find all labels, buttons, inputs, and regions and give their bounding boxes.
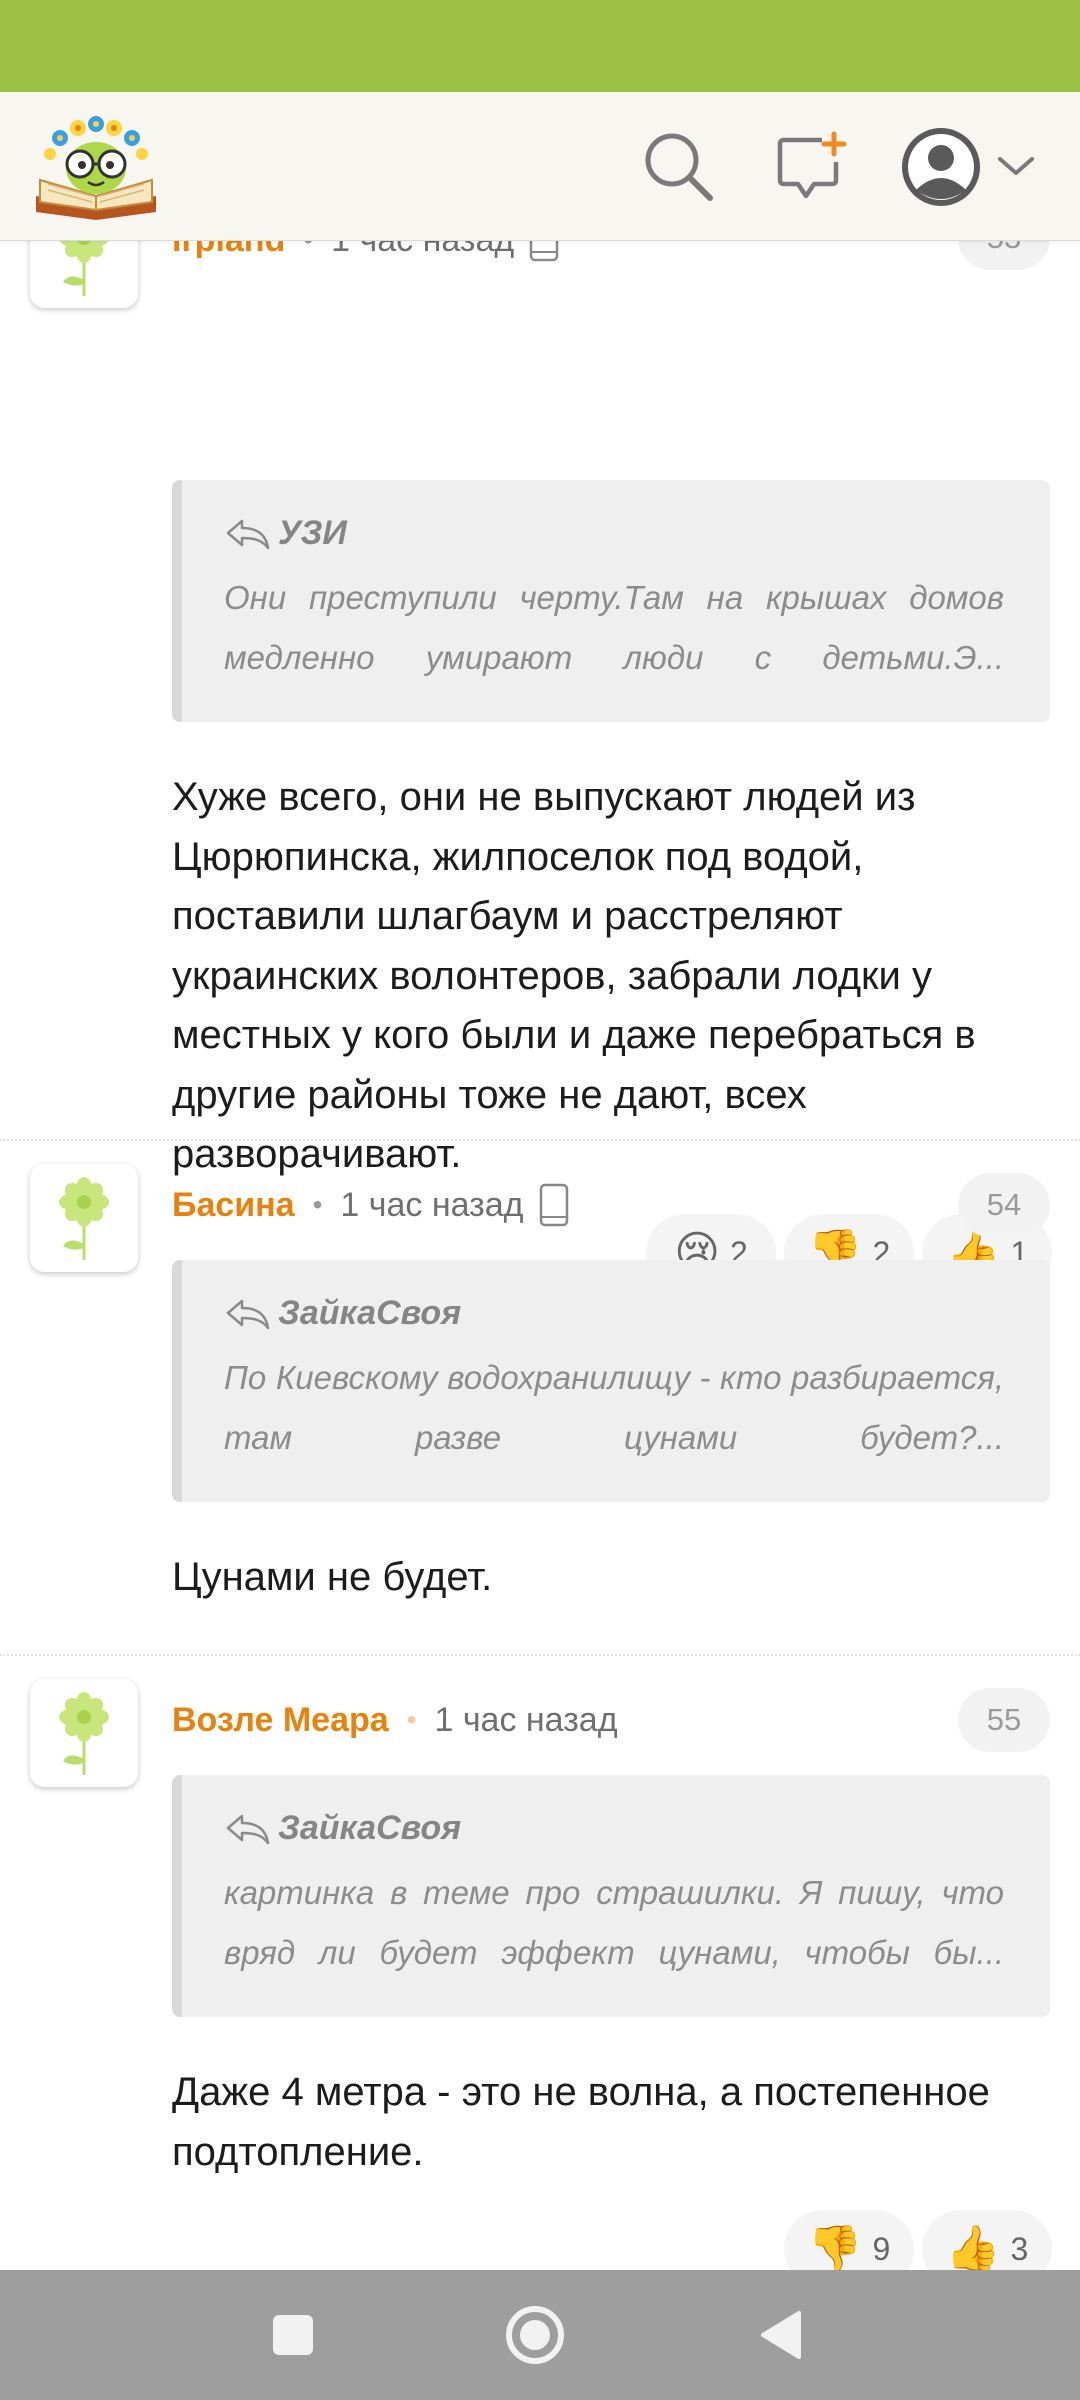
flower-icon [59,240,109,296]
comment-author[interactable]: Irpland [172,240,285,260]
mobile-phone-icon [538,1183,570,1227]
comment-53: Irpland • 1 час назад 53 УЗИ Они преступ… [0,240,1080,1292]
comment-number-badge[interactable]: 55 [958,1688,1050,1752]
quote-text: Они преступили черту.Там на крышах домов… [224,579,1004,676]
comment-55: Возле Меара • 1 час назад 55 ЗайкаСвоя к… [0,1655,1080,2270]
comment-author[interactable]: Басина [172,1186,295,1225]
comment-time: 1 час назад [434,1700,618,1739]
flower-icon [59,1692,109,1775]
separator-dot: • [303,240,313,256]
flower-icon [59,1177,109,1260]
app-header [0,92,1080,241]
quote-text: картинка в теме про страшилки. Я пишу, ч… [224,1874,1004,1971]
quote-author: ЗайкаСвоя [278,1294,462,1332]
status-bar [0,0,1080,92]
comment-text: Хуже всего, они не выпускают людей из Цю… [172,775,976,1176]
reply-arrow-icon [226,1299,270,1329]
search-icon [645,133,713,201]
separator-dot: • [312,1189,323,1220]
chevron-down-icon [998,157,1034,175]
home-circle-icon [506,2306,564,2364]
recents-square-icon [273,2315,313,2355]
thumbs-up-icon: 👍 [945,2224,1001,2271]
kids-reading-book-logo-icon[interactable] [32,108,160,224]
reaction-count: 3 [1010,2230,1029,2267]
comment-author[interactable]: Возле Меара [172,1701,389,1740]
new-message-icon [777,131,847,199]
reply-arrow-icon [226,1814,270,1844]
quote-text: По Киевскому водохранилищу - кто разбира… [224,1359,1004,1456]
profile-menu-button[interactable] [900,122,1040,212]
mobile-phone-icon [528,240,560,262]
quote-block[interactable]: УЗИ Они преступили черту.Там на крышах д… [172,480,1050,722]
reaction-dislike[interactable]: 👎 9 [784,2210,914,2270]
quote-author: ЗайкаСвоя [278,1809,462,1847]
comment-text: Цунами не будет. [172,1555,493,1599]
back-triangle-icon [761,2311,801,2359]
home-button[interactable] [490,2290,580,2380]
search-button[interactable] [634,122,724,212]
new-message-button[interactable] [766,122,856,212]
comment-feed[interactable]: Irpland • 1 час назад 53 УЗИ Они преступ… [0,240,1080,2270]
comment-54: Басина • 1 час назад 54 ЗайкаСвоя По Кие… [0,1140,1080,1655]
comment-number-badge[interactable]: 53 [958,240,1050,270]
user-avatar[interactable] [30,1679,138,1787]
comment-time: 1 час назад [340,1185,524,1224]
back-button[interactable] [736,2290,826,2380]
thumbs-down-icon: 👎 [807,2224,863,2271]
reply-arrow-icon [226,519,270,549]
comment-text: Даже 4 метра - это не волна, а постепенн… [172,2070,990,2174]
separator-dot: • [406,1704,417,1735]
quote-block[interactable]: ЗайкаСвоя картинка в теме про страшилки.… [172,1775,1050,2017]
comment-time: 1 час назад [331,240,514,260]
user-avatar[interactable] [30,1164,138,1272]
quote-author: УЗИ [278,514,347,552]
comment-number-badge[interactable]: 54 [958,1173,1050,1237]
recents-button[interactable] [248,2290,338,2380]
reaction-count: 9 [872,2230,891,2267]
reaction-like[interactable]: 👍 3 [922,2210,1052,2270]
user-avatar[interactable] [30,240,138,308]
profile-avatar-icon [902,128,980,206]
quote-block[interactable]: ЗайкаСвоя По Киевскому водохранилищу - к… [172,1260,1050,1502]
system-navigation-bar [0,2270,1080,2400]
